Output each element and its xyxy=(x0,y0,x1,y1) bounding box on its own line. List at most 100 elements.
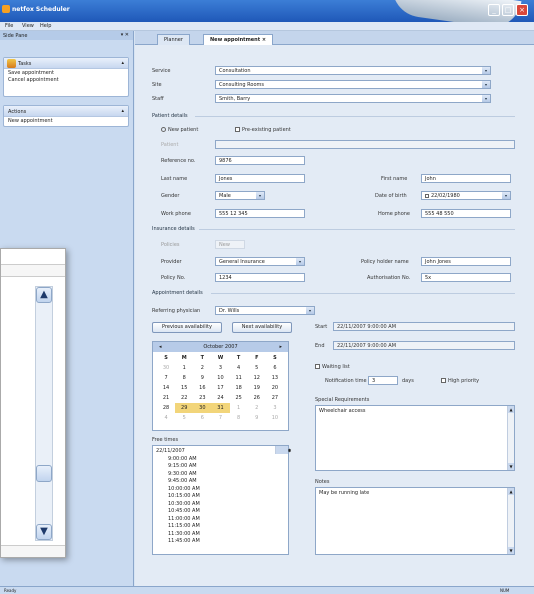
scroll-up-arrow-icon[interactable]: ▲ xyxy=(36,287,52,303)
calendar-day[interactable]: 7 xyxy=(211,413,229,423)
dropdown-arrow-icon[interactable]: ▾ xyxy=(482,95,490,102)
chevron-up-icon[interactable]: ▴ xyxy=(121,60,124,66)
calendar-day[interactable]: 22 xyxy=(175,393,193,403)
menu-help[interactable]: Help xyxy=(40,23,51,29)
calendar-day[interactable]: 23 xyxy=(193,393,211,403)
dropdown-arrow-icon[interactable]: ▾ xyxy=(296,258,304,265)
calendar-day[interactable]: 10 xyxy=(266,413,284,423)
scroll-up-icon[interactable]: ▲ xyxy=(508,488,514,495)
checkbox-icon[interactable] xyxy=(425,193,429,198)
dropdown-arrow-icon[interactable]: ▾ xyxy=(306,307,314,314)
calendar-day[interactable]: 25 xyxy=(230,393,248,403)
gender-select[interactable]: Male ▾ xyxy=(215,191,265,200)
calendar-day[interactable]: 1 xyxy=(230,403,248,413)
calendar-day[interactable]: 8 xyxy=(230,413,248,423)
free-times-scrollbar[interactable]: ▲ ▼ xyxy=(275,446,291,454)
free-times-list[interactable]: ▲ ▼ 22/11/20079:00:00 AM9:15:00 AM9:30:0… xyxy=(152,445,291,555)
dropdown-arrow-icon[interactable]: ▾ xyxy=(256,192,264,199)
last-name-input[interactable]: Jones xyxy=(215,174,305,183)
patient-field[interactable] xyxy=(215,140,515,149)
free-time-item[interactable]: 11:00:00 AM xyxy=(156,516,285,524)
calendar-day[interactable]: 16 xyxy=(193,383,211,393)
calendar-day[interactable]: 11 xyxy=(230,373,248,383)
calendar-day[interactable]: 3 xyxy=(266,403,284,413)
policy-holder-input[interactable]: John Jones xyxy=(421,257,511,266)
scrollbar-thumb[interactable] xyxy=(36,465,52,482)
calendar-day[interactable]: 5 xyxy=(248,363,266,373)
calendar-day[interactable]: 8 xyxy=(175,373,193,383)
calendar-day[interactable]: 2 xyxy=(248,403,266,413)
free-time-item[interactable]: 10:45:00 AM xyxy=(156,508,285,516)
calendar-day[interactable]: 31 xyxy=(211,403,230,413)
calendar-day[interactable]: 4 xyxy=(230,363,248,373)
zoomed-vertical-scrollbar[interactable]: ▲ ▼ xyxy=(35,286,53,541)
calendar-day[interactable]: 20 xyxy=(266,383,284,393)
calendar-dropdown-icon[interactable]: ▾ xyxy=(502,192,510,199)
calendar-day[interactable]: 6 xyxy=(266,363,284,373)
calendar-day[interactable]: 21 xyxy=(157,393,175,403)
calendar-day[interactable]: 9 xyxy=(193,373,211,383)
policy-no-input[interactable]: 1234 xyxy=(215,273,305,282)
waiting-list-checkbox[interactable]: Waiting list xyxy=(315,364,350,370)
calendar-day[interactable]: 1 xyxy=(175,363,193,373)
scroll-up-icon[interactable]: ▲ xyxy=(508,406,514,413)
tab-close-icon[interactable]: × xyxy=(262,37,266,43)
reference-input[interactable]: 9876 xyxy=(215,156,305,165)
calendar-day[interactable]: 5 xyxy=(175,413,193,423)
calendar-day[interactable]: 10 xyxy=(211,373,229,383)
free-time-item[interactable]: 11:30:00 AM xyxy=(156,531,285,539)
staff-select[interactable]: Smith, Barry ▾ xyxy=(215,94,491,103)
tab-new-appointment[interactable]: New appointment × xyxy=(203,34,274,45)
chevron-up-icon[interactable]: ▴ xyxy=(121,108,124,114)
work-phone-input[interactable]: 555 12 345 xyxy=(215,209,305,218)
dropdown-arrow-icon[interactable]: ▾ xyxy=(482,67,490,74)
free-time-item[interactable]: 11:45:00 AM xyxy=(156,538,285,546)
previous-availability-button[interactable]: Previous availability xyxy=(152,322,222,333)
site-select[interactable]: Consulting Rooms ▾ xyxy=(215,80,491,89)
tasks-group-header[interactable]: Tasks ▴ xyxy=(4,58,128,69)
menu-file[interactable]: File xyxy=(5,23,13,29)
home-phone-input[interactable]: 555 48 550 xyxy=(421,209,511,218)
calendar-day[interactable]: 9 xyxy=(248,413,266,423)
notes-textarea[interactable]: May be running late ▲ ▼ xyxy=(315,487,515,555)
existing-patient-radio[interactable]: Pre-existing patient xyxy=(235,127,291,133)
close-button[interactable]: × xyxy=(516,4,528,16)
calendar-day[interactable]: 13 xyxy=(266,373,284,383)
minimize-button[interactable]: _ xyxy=(488,4,500,16)
free-time-item[interactable]: 10:30:00 AM xyxy=(156,501,285,509)
dob-picker[interactable]: 22/02/1980 ▾ xyxy=(421,191,511,200)
task-cancel-appointment[interactable]: Cancel appointment xyxy=(4,76,128,83)
authorisation-input[interactable]: 5x xyxy=(421,273,511,282)
free-time-item[interactable]: 9:15:00 AM xyxy=(156,463,285,471)
calendar-day[interactable]: 30 xyxy=(157,363,175,373)
free-time-item[interactable]: 11:15:00 AM xyxy=(156,523,285,531)
task-save-appointment[interactable]: Save appointment xyxy=(4,69,128,76)
calendar-day[interactable]: 29 xyxy=(175,403,194,413)
maximize-button[interactable]: □ xyxy=(502,4,514,16)
action-new-appointment[interactable]: New appointment xyxy=(4,117,128,124)
calendar-day[interactable]: 27 xyxy=(266,393,284,403)
free-time-item[interactable]: 9:00:00 AM xyxy=(156,456,285,464)
calendar-day[interactable]: 3 xyxy=(211,363,229,373)
calendar-day[interactable]: 19 xyxy=(248,383,266,393)
next-availability-button[interactable]: Next availability xyxy=(232,322,292,333)
calendar-day[interactable]: 2 xyxy=(193,363,211,373)
provider-select[interactable]: General Insurance ▾ xyxy=(215,257,305,266)
actions-group-header[interactable]: Actions ▴ xyxy=(4,106,128,117)
special-requirements-scrollbar[interactable]: ▲ ▼ xyxy=(507,406,514,470)
notes-scrollbar[interactable]: ▲ ▼ xyxy=(507,488,514,554)
calendar-day[interactable]: 17 xyxy=(211,383,229,393)
high-priority-checkbox[interactable]: High priority xyxy=(441,378,479,384)
calendar-day[interactable]: 26 xyxy=(248,393,266,403)
notification-time-input[interactable]: 3 xyxy=(368,376,398,385)
free-times-date-group[interactable]: 22/11/2007 xyxy=(156,448,285,456)
scroll-down-icon[interactable]: ▼ xyxy=(276,446,291,454)
calendar-day[interactable]: 7 xyxy=(157,373,175,383)
free-time-item[interactable]: 9:45:00 AM xyxy=(156,478,285,486)
referring-physician-select[interactable]: Dr. Wills ▾ xyxy=(215,306,315,315)
calendar-day[interactable]: 18 xyxy=(230,383,248,393)
special-requirements-textarea[interactable]: Wheelchair access ▲ ▼ xyxy=(315,405,515,471)
calendar-day[interactable]: 28 xyxy=(157,403,175,413)
service-select[interactable]: Consultation ▾ xyxy=(215,66,491,75)
free-time-item[interactable]: 10:00:00 AM xyxy=(156,486,285,494)
